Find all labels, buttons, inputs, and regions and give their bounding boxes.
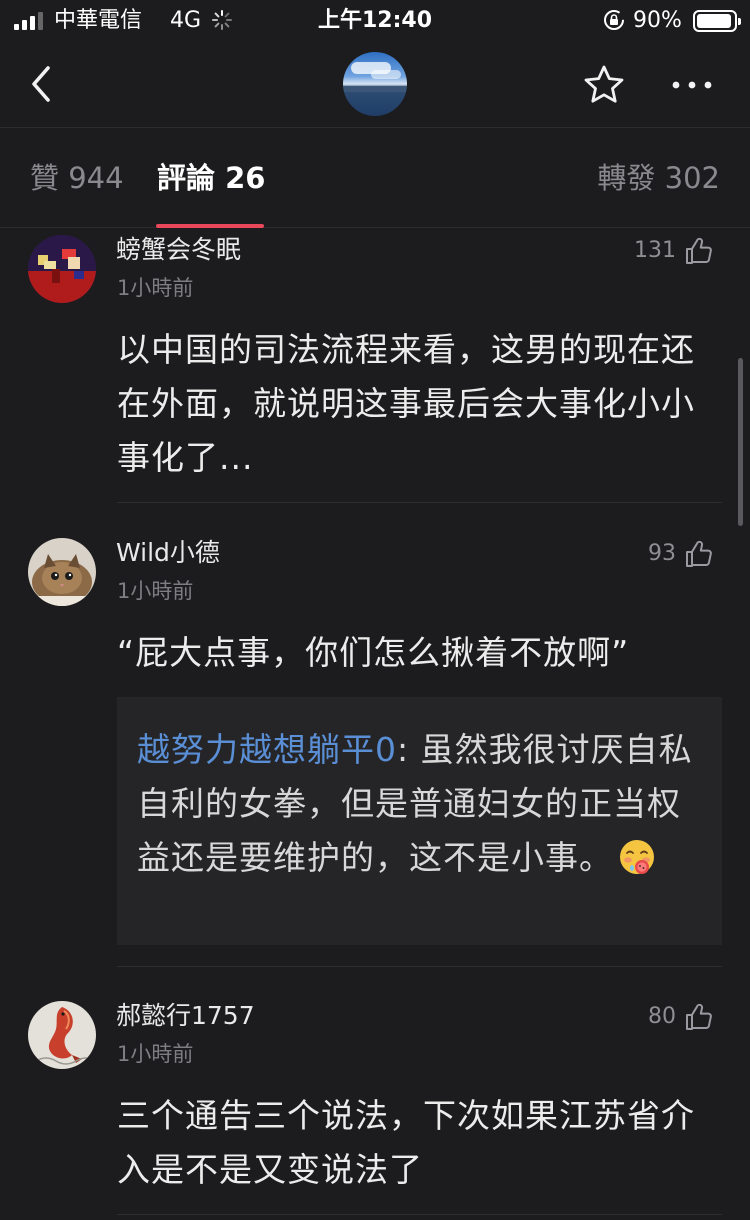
- status-bar: 中華電信 4G 上午12:40 90%: [0, 0, 750, 42]
- scrollbar[interactable]: [738, 358, 743, 526]
- like-count: 80: [648, 1004, 676, 1029]
- tab-comments[interactable]: 評論 26: [157, 160, 265, 196]
- battery-icon: [693, 10, 741, 32]
- comment-username[interactable]: 郝懿行1757: [116, 1000, 255, 1032]
- reply-preview[interactable]: 越努力越想躺平0: 虽然我很讨厌自私自利的女拳，但是普通妇女的正当权益还是要维护…: [117, 697, 722, 945]
- avatar[interactable]: [28, 235, 96, 303]
- comment-timestamp: 1小時前: [117, 1042, 194, 1066]
- thumbs-up-icon[interactable]: [684, 236, 714, 266]
- star-icon[interactable]: [581, 62, 627, 108]
- more-horizontal-icon[interactable]: [668, 72, 716, 98]
- tab-reposts[interactable]: 轉發 302: [597, 160, 720, 196]
- post-author-avatar[interactable]: [343, 52, 407, 116]
- tab-likes[interactable]: 贊 944: [30, 160, 124, 196]
- rotation-lock-icon: [604, 10, 624, 30]
- comment-username[interactable]: Wild小德: [116, 537, 220, 569]
- like-count: 131: [634, 238, 676, 263]
- comment-text: “屁大点事，你们怎么揪着不放啊”: [117, 633, 630, 672]
- thumbs-up-icon[interactable]: [684, 1002, 714, 1032]
- navigation-bar: [0, 42, 750, 128]
- comment-timestamp: 1小時前: [117, 579, 194, 603]
- reply-author[interactable]: 越努力越想躺平0: [137, 730, 397, 769]
- chevron-left-icon[interactable]: [22, 60, 62, 108]
- comment-username[interactable]: 螃蟹会冬眠: [116, 234, 241, 266]
- comments-screen: 中華電信 4G 上午12:40 90% 贊 944 評論 26 轉發 302 螃…: [0, 0, 750, 1220]
- drooling-face-emoji: [617, 837, 657, 877]
- battery-percentage: 90%: [633, 8, 682, 33]
- active-tab-indicator: [156, 224, 264, 228]
- avatar[interactable]: [28, 1001, 96, 1069]
- like-count: 93: [648, 541, 676, 566]
- comment-text: 三个通告三个说法，下次如果江苏省介入是不是又变说法了: [117, 1096, 695, 1189]
- divider: [117, 966, 722, 967]
- reply-text-block: 越努力越想躺平0: 虽然我很讨厌自私自利的女拳，但是普通妇女的正当权益还是要维护…: [137, 723, 702, 885]
- reply-separator: :: [397, 730, 421, 769]
- thumbs-up-icon[interactable]: [684, 539, 714, 569]
- divider: [117, 1214, 722, 1215]
- tab-bar: 贊 944 評論 26 轉發 302: [0, 128, 750, 228]
- comment-text: 以中国的司法流程来看，这男的现在还在外面，就说明这事最后会大事化小小事化了...: [117, 330, 695, 477]
- divider: [117, 502, 722, 503]
- comment-timestamp: 1小時前: [117, 276, 194, 300]
- avatar[interactable]: [28, 538, 96, 606]
